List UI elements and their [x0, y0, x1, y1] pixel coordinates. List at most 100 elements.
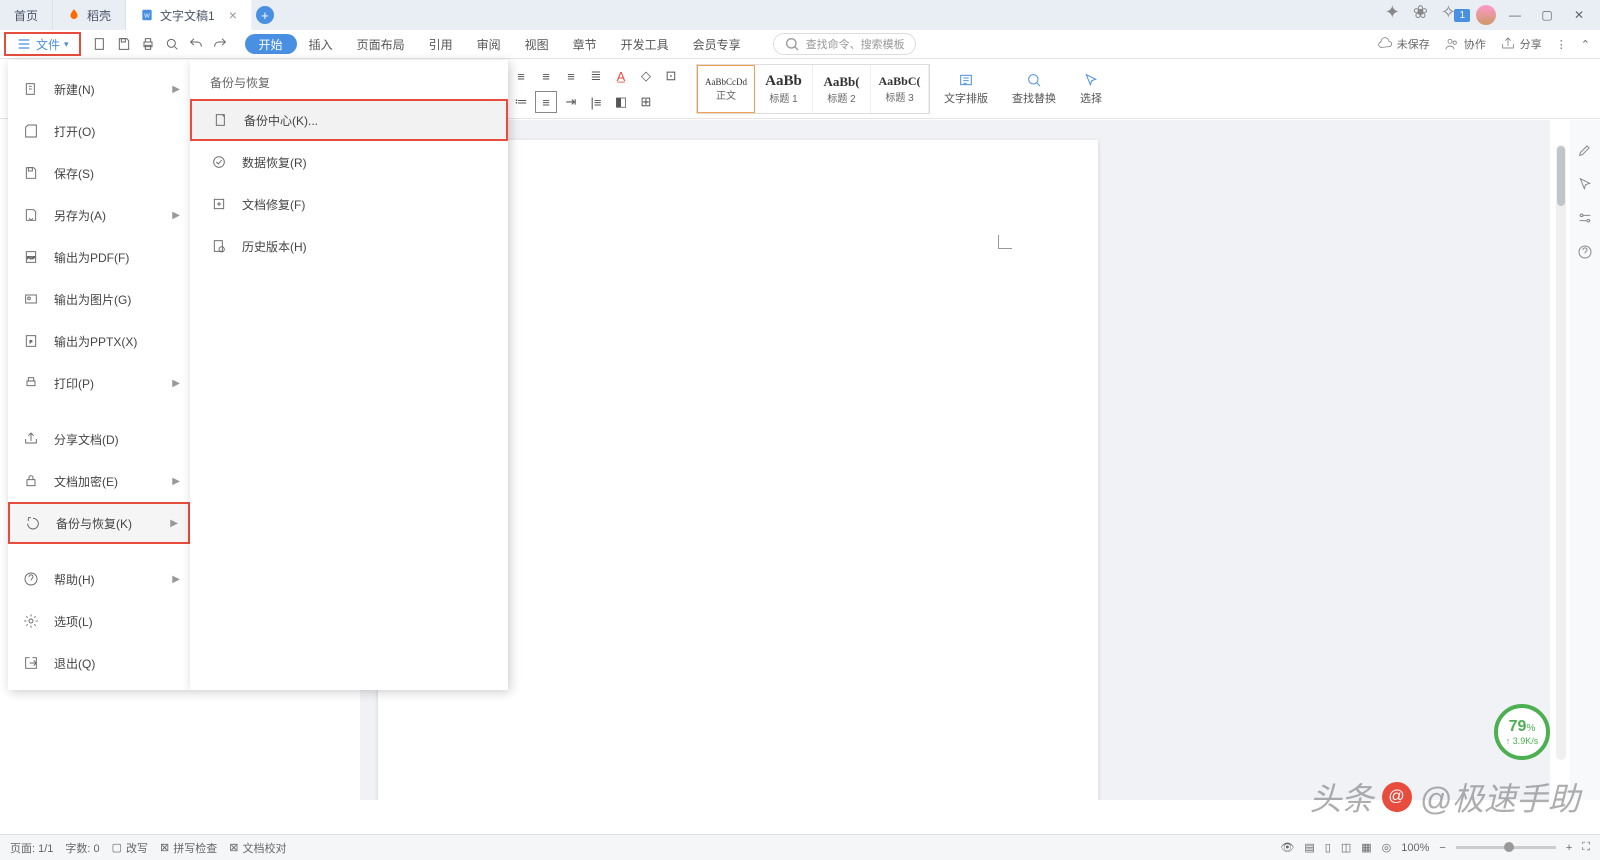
- select-button[interactable]: 选择: [1070, 72, 1112, 106]
- tab-home[interactable]: 首页: [0, 0, 53, 30]
- menu-tab-layout[interactable]: 页面布局: [345, 30, 417, 59]
- file-menu-item[interactable]: 文档加密(E)▶: [8, 460, 190, 502]
- menu-tab-insert[interactable]: 插入: [297, 30, 345, 59]
- style-h3[interactable]: AaBbC(标题 3: [871, 65, 929, 113]
- view-outline-icon[interactable]: ▤: [1304, 841, 1314, 854]
- close-tab-icon[interactable]: ×: [229, 7, 237, 23]
- indent-icon[interactable]: ⇥: [560, 91, 582, 113]
- submenu-item[interactable]: 历史版本(H): [190, 225, 508, 267]
- file-menu-item[interactable]: 分享文档(D): [8, 418, 190, 460]
- qat-undo-icon[interactable]: [185, 33, 207, 55]
- submenu-item[interactable]: 备份中心(K)...: [190, 99, 508, 141]
- align-left-icon[interactable]: ≡: [510, 65, 532, 87]
- style-h2[interactable]: AaBb(标题 2: [813, 65, 871, 113]
- status-page[interactable]: 页面: 1/1: [10, 840, 53, 856]
- file-menu-item[interactable]: 帮助(H)▶: [8, 558, 190, 600]
- border-icon[interactable]: ⊞: [635, 91, 657, 113]
- submenu-item-icon: [210, 195, 228, 213]
- file-menu-item[interactable]: 打开(O): [8, 110, 190, 152]
- collab-button[interactable]: 协作: [1444, 36, 1486, 52]
- submenu-item[interactable]: 数据恢复(R): [190, 141, 508, 183]
- menu-tab-view[interactable]: 视图: [513, 30, 561, 59]
- submenu-item-label: 数据恢复(R): [242, 154, 307, 171]
- qat-preview-icon[interactable]: [161, 33, 183, 55]
- tab-document[interactable]: W 文字文稿1 ×: [126, 0, 252, 30]
- bullet-list-icon[interactable]: ≔: [510, 91, 532, 113]
- menu-tab-reference[interactable]: 引用: [417, 30, 465, 59]
- file-menu-item[interactable]: 备份与恢复(K)▶: [8, 502, 190, 544]
- file-menu-item[interactable]: PDF输出为PDF(F): [8, 236, 190, 278]
- file-menu-item[interactable]: 新建(N)▶: [8, 68, 190, 110]
- minimize-button[interactable]: —: [1502, 2, 1528, 28]
- qat-save-icon[interactable]: [113, 33, 135, 55]
- svg-text:P: P: [30, 339, 33, 344]
- file-menu-button[interactable]: 文件 ▾: [4, 32, 81, 56]
- status-rewrite[interactable]: ▢ 改写: [112, 840, 148, 856]
- file-menu-item[interactable]: 选项(L): [8, 600, 190, 642]
- svg-text:PDF: PDF: [27, 255, 36, 260]
- close-button[interactable]: ✕: [1566, 2, 1592, 28]
- find-replace-button[interactable]: 查找替换: [1002, 72, 1066, 106]
- eye-icon[interactable]: 👁: [1280, 841, 1294, 854]
- cloud-icon: [1377, 36, 1393, 52]
- speed-badge: 79% ↑ 3.9K/s: [1494, 704, 1550, 760]
- rail-cursor-icon[interactable]: [1575, 174, 1595, 194]
- zoom-in-button[interactable]: +: [1566, 842, 1572, 854]
- menu-item-label: 另存为(A): [54, 207, 106, 224]
- text-typeset-button[interactable]: 文字排版: [934, 72, 998, 106]
- shading-icon[interactable]: ◧: [610, 91, 632, 113]
- tab-docshell[interactable]: 稻壳: [53, 0, 126, 30]
- more-icon[interactable]: ⋮: [1556, 38, 1567, 51]
- fullscreen-icon[interactable]: ⛶: [1582, 841, 1590, 854]
- file-menu-item[interactable]: 退出(Q): [8, 642, 190, 684]
- command-search[interactable]: 查找命令、搜索模板: [773, 33, 916, 55]
- menu-tab-section[interactable]: 章节: [561, 30, 609, 59]
- line-spacing-icon[interactable]: |≡: [585, 91, 607, 113]
- status-spellcheck[interactable]: ⊠ 拼写检查: [160, 840, 217, 856]
- status-proofread[interactable]: ⊠ 文档校对: [229, 840, 286, 856]
- number-list-icon[interactable]: ≡: [535, 91, 557, 113]
- avatar[interactable]: [1476, 5, 1496, 25]
- rail-settings-icon[interactable]: [1575, 208, 1595, 228]
- clear-format-icon[interactable]: ◇: [635, 65, 657, 87]
- char-border-icon[interactable]: ⊡: [660, 65, 682, 87]
- menu-tab-review[interactable]: 审阅: [465, 30, 513, 59]
- focus-icon[interactable]: ◎: [1382, 841, 1392, 854]
- zoom-out-button[interactable]: −: [1439, 842, 1445, 854]
- zoom-slider[interactable]: [1456, 846, 1556, 849]
- file-menu-item[interactable]: 保存(S): [8, 152, 190, 194]
- submenu-item[interactable]: 文档修复(F): [190, 183, 508, 225]
- view-read-icon[interactable]: ◫: [1341, 841, 1351, 854]
- menu-tab-start[interactable]: 开始: [245, 34, 297, 54]
- align-right-icon[interactable]: ≡: [560, 65, 582, 87]
- menu-tab-vip[interactable]: 会员专享: [681, 30, 753, 59]
- collapse-ribbon-icon[interactable]: ⌃: [1581, 38, 1590, 51]
- view-page-icon[interactable]: ▯: [1325, 841, 1331, 854]
- unsaved-indicator[interactable]: 未保存: [1377, 36, 1430, 52]
- align-distribute-icon[interactable]: ≣: [585, 65, 607, 87]
- file-menu-item[interactable]: P输出为PPTX(X): [8, 320, 190, 362]
- vertical-scrollbar[interactable]: [1556, 145, 1566, 760]
- rail-edit-icon[interactable]: [1575, 140, 1595, 160]
- share-button[interactable]: 分享: [1500, 36, 1542, 52]
- style-h1[interactable]: AaBb标题 1: [755, 65, 813, 113]
- menu-tab-dev[interactable]: 开发工具: [609, 30, 681, 59]
- qat-redo-icon[interactable]: [209, 33, 231, 55]
- qat-print-icon[interactable]: [137, 33, 159, 55]
- watermark: 头条 @ @极速手助: [1309, 774, 1580, 820]
- file-menu-item[interactable]: 输出为图片(G): [8, 278, 190, 320]
- zoom-value[interactable]: 100%: [1401, 842, 1429, 854]
- align-center-icon[interactable]: ≡: [535, 65, 557, 87]
- style-body[interactable]: AaBbCcDd正文: [697, 65, 755, 113]
- rail-help-icon[interactable]: [1575, 242, 1595, 262]
- view-web-icon[interactable]: ▦: [1361, 841, 1371, 854]
- status-wordcount[interactable]: 字数: 0: [65, 840, 99, 856]
- maximize-button[interactable]: ▢: [1534, 2, 1560, 28]
- font-color-icon[interactable]: A̲: [610, 65, 632, 87]
- qat-new-icon[interactable]: [89, 33, 111, 55]
- styles-gallery[interactable]: AaBbCcDd正文 AaBb标题 1 AaBb(标题 2 AaBbC(标题 3: [696, 64, 930, 114]
- file-menu-item[interactable]: 打印(P)▶: [8, 362, 190, 404]
- file-menu-item[interactable]: 另存为(A)▶: [8, 194, 190, 236]
- notification-badge[interactable]: 1: [1454, 9, 1470, 22]
- add-tab-button[interactable]: +: [252, 0, 278, 30]
